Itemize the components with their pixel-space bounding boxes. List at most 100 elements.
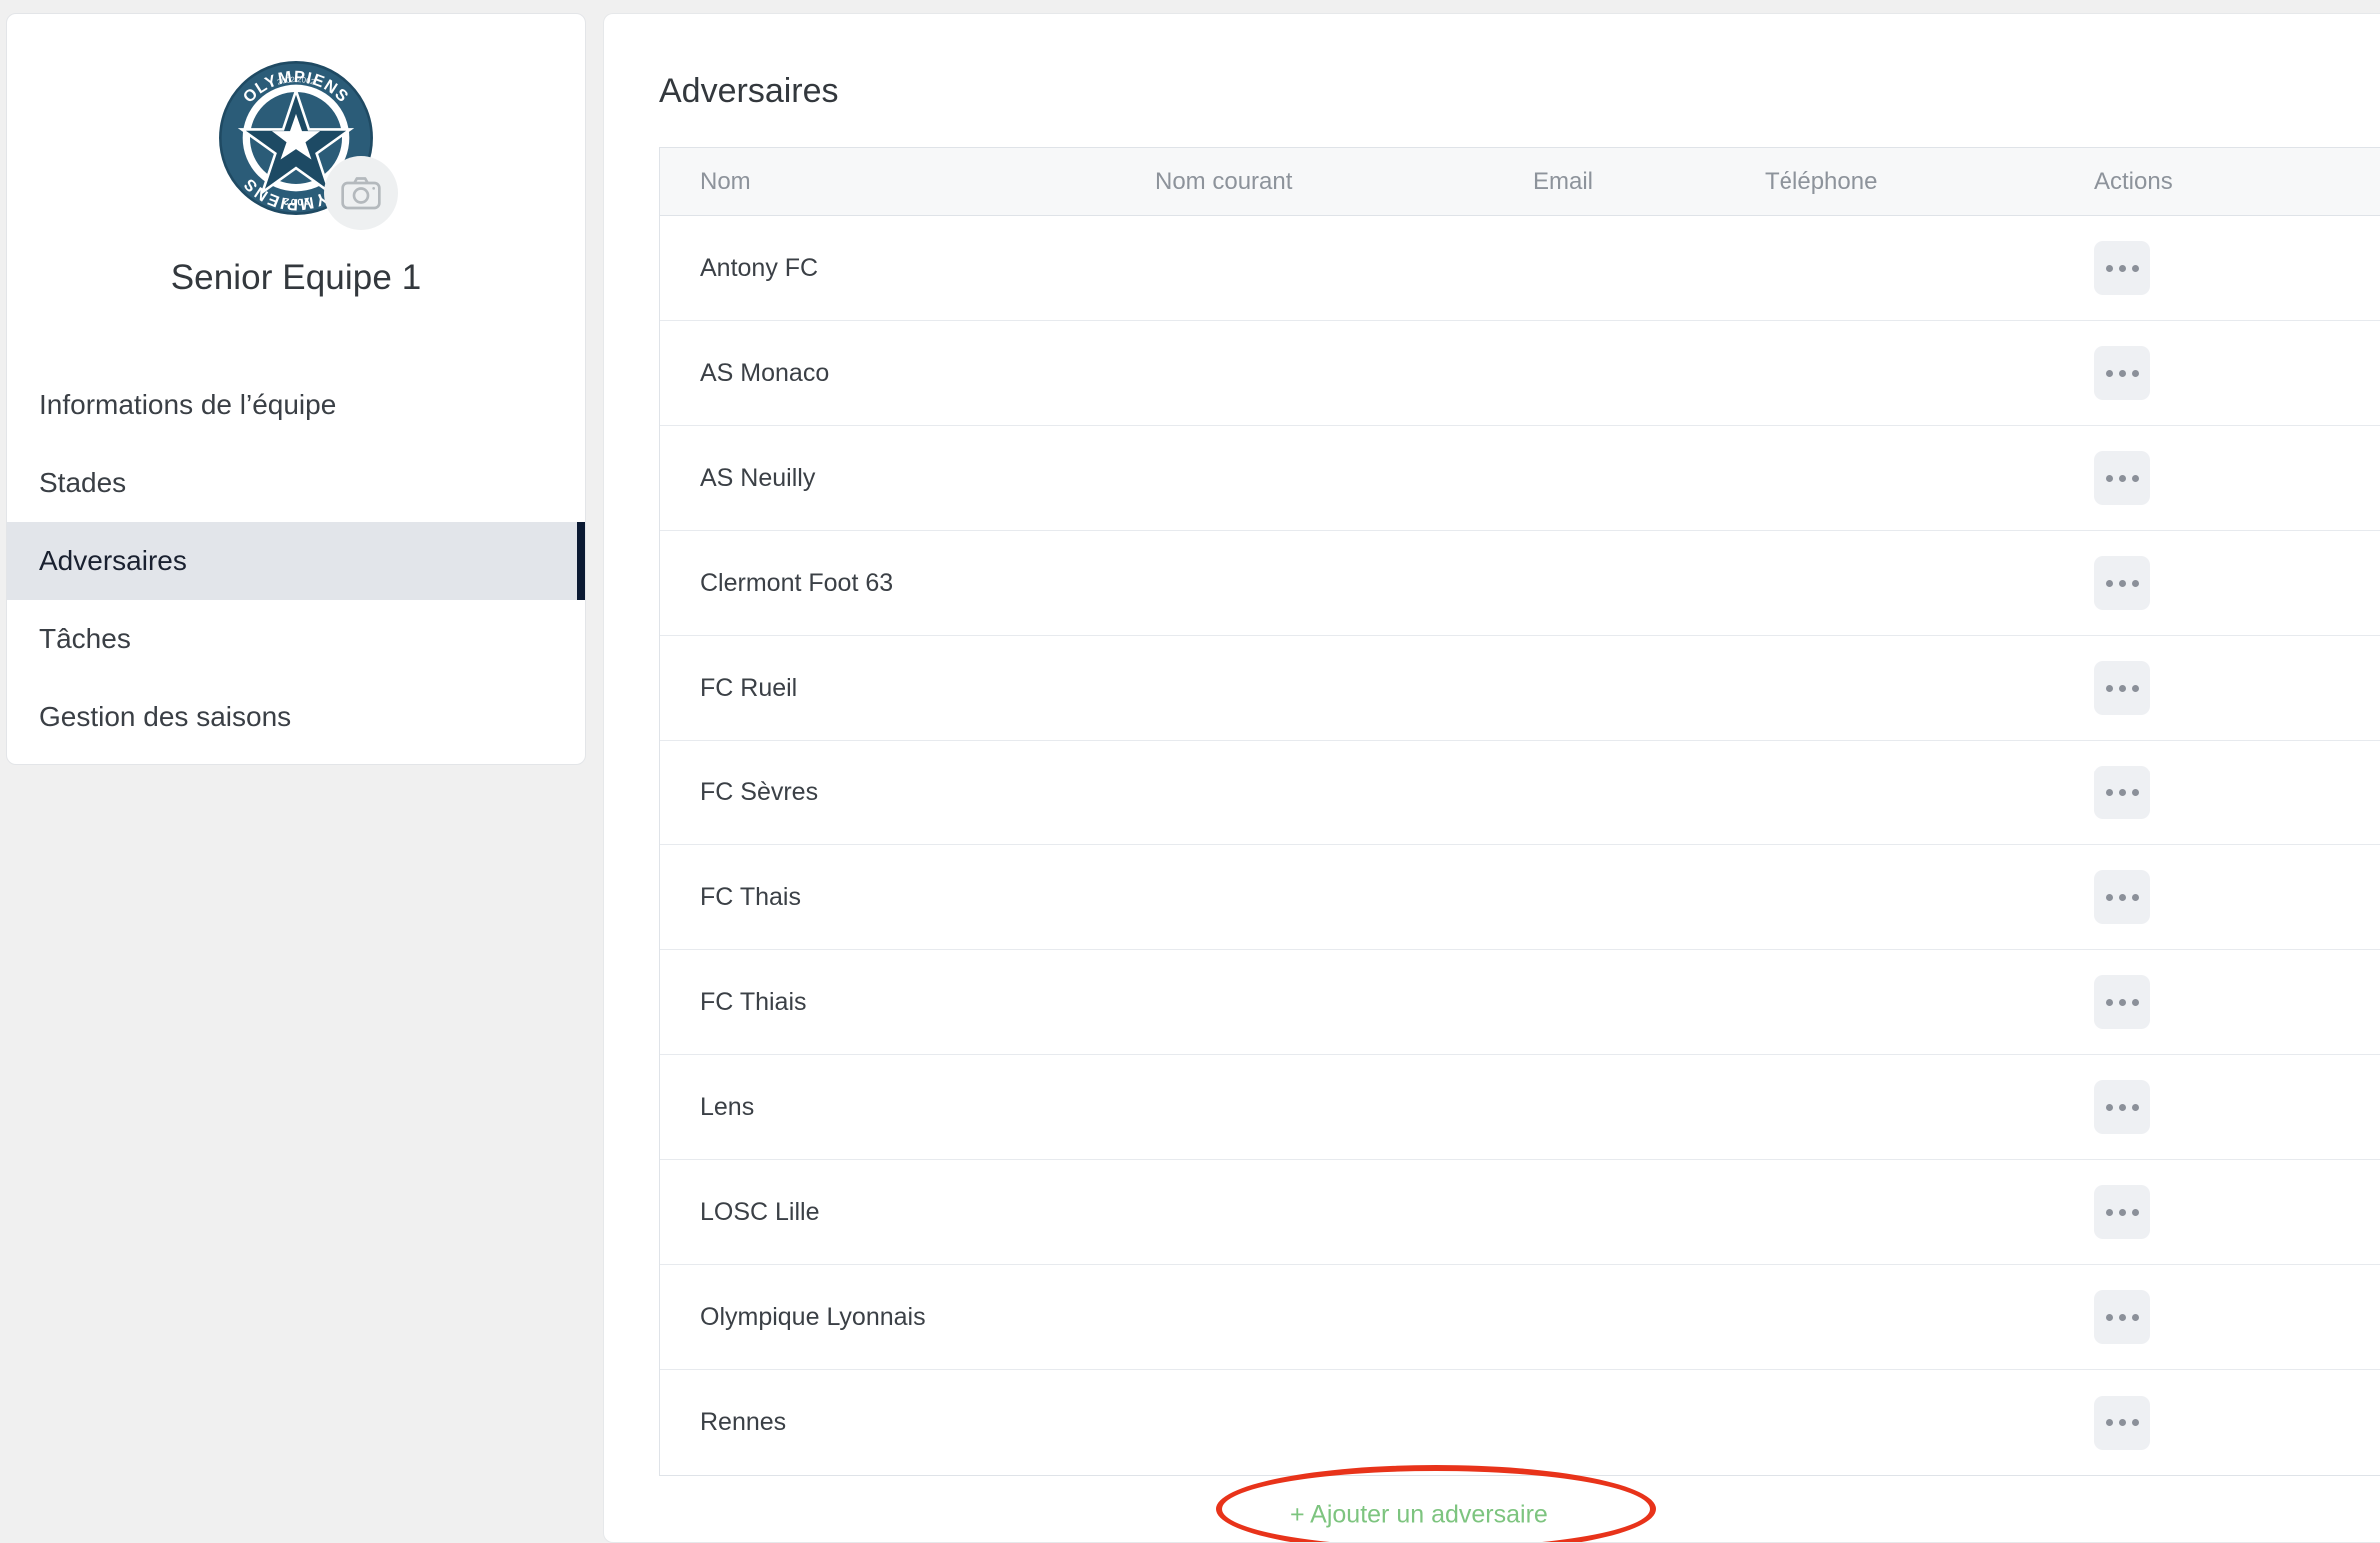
dot — [2105, 684, 2113, 692]
sidebar-item-informations[interactable]: Informations de l’équipe — [7, 366, 585, 444]
more-options-icon[interactable] — [2094, 241, 2150, 295]
more-options-icon[interactable] — [2094, 766, 2150, 819]
table-row[interactable]: LOSC Lille — [660, 1160, 2380, 1265]
cell-actions — [2094, 975, 2380, 1029]
more-options-icon[interactable] — [2094, 451, 2150, 505]
more-options-icon[interactable] — [2094, 1395, 2150, 1450]
cell-actions — [2094, 1395, 2380, 1450]
app-root: 2002 2002 2002 OLYMPIENS OLYMPIENS — [0, 0, 2380, 1543]
dot — [2118, 474, 2126, 482]
dot — [2118, 264, 2126, 272]
table-row[interactable]: FC Rueil — [660, 636, 2380, 741]
sidebar-item-label: Adversaires — [39, 545, 187, 576]
sidebar-item-adversaires[interactable]: Adversaires — [7, 522, 585, 600]
cell-nom: Antony FC — [700, 253, 819, 282]
cell-actions — [2094, 346, 2380, 400]
sidebar-item-label: Gestion des saisons — [39, 701, 292, 732]
dot — [2105, 1313, 2113, 1321]
table-row[interactable]: FC Thais — [660, 845, 2380, 950]
more-options-icon[interactable] — [2094, 1290, 2150, 1344]
table-row[interactable]: AS Neuilly — [660, 426, 2380, 531]
cell-nom: AS Monaco — [700, 358, 830, 387]
dot — [2118, 684, 2126, 692]
opponents-table: Nom Nom courant Email Téléphone Actions … — [659, 147, 2380, 1476]
more-options-icon[interactable] — [2094, 661, 2150, 715]
dot — [2131, 1313, 2139, 1321]
cell-actions — [2094, 1080, 2380, 1134]
cell-nom: FC Thais — [700, 882, 801, 911]
page-title: Adversaires — [659, 72, 839, 110]
team-sidebar: 2002 2002 2002 OLYMPIENS OLYMPIENS — [6, 13, 586, 765]
dot — [2118, 1208, 2126, 1216]
more-options-icon[interactable] — [2094, 870, 2150, 924]
more-options-icon[interactable] — [2094, 1080, 2150, 1134]
dot — [2105, 579, 2113, 587]
cell-nom: FC Rueil — [700, 673, 798, 702]
column-header-nom-courant: Nom courant — [1155, 167, 1293, 195]
cell-actions — [2094, 661, 2380, 715]
dot — [2131, 1419, 2139, 1426]
dot — [2105, 1208, 2113, 1216]
sidebar-item-taches[interactable]: Tâches — [7, 600, 585, 678]
table-row[interactable]: Olympique Lyonnais — [660, 1265, 2380, 1370]
sidebar-nav: Informations de l’équipe Stades Adversai… — [7, 366, 585, 756]
dot — [2131, 788, 2139, 796]
table-row[interactable]: AS Monaco — [660, 321, 2380, 426]
add-opponent-link[interactable]: + Ajouter un adversaire — [1290, 1501, 1548, 1530]
dot — [2105, 474, 2113, 482]
dot — [2118, 1313, 2126, 1321]
cell-nom: AS Neuilly — [700, 463, 816, 492]
more-options-icon[interactable] — [2094, 975, 2150, 1029]
sidebar-item-stades[interactable]: Stades — [7, 444, 585, 522]
dot — [2131, 579, 2139, 587]
cell-actions — [2094, 556, 2380, 610]
table-row[interactable]: Lens — [660, 1055, 2380, 1160]
table-row[interactable]: Rennes — [660, 1370, 2380, 1475]
dot — [2131, 893, 2139, 901]
team-logo-wrapper[interactable]: 2002 2002 2002 OLYMPIENS OLYMPIENS — [210, 52, 398, 230]
table-row[interactable]: FC Thiais — [660, 950, 2380, 1055]
dot — [2105, 264, 2113, 272]
change-logo-button[interactable] — [324, 156, 398, 230]
dot — [2131, 1208, 2139, 1216]
cell-nom: FC Sèvres — [700, 777, 819, 806]
team-name: Senior Equipe 1 — [170, 258, 422, 297]
table-row[interactable]: Clermont Foot 63 — [660, 531, 2380, 636]
more-options-icon[interactable] — [2094, 346, 2150, 400]
table-header-row: Nom Nom courant Email Téléphone Actions — [660, 148, 2380, 216]
dot — [2105, 1103, 2113, 1111]
cell-nom: LOSC Lille — [700, 1197, 820, 1226]
dot — [2105, 893, 2113, 901]
dot — [2105, 788, 2113, 796]
table-row[interactable]: FC Sèvres — [660, 741, 2380, 845]
dot — [2118, 1103, 2126, 1111]
cell-nom: Lens — [700, 1092, 755, 1121]
more-options-icon[interactable] — [2094, 1185, 2150, 1239]
cell-nom: Olympique Lyonnais — [700, 1302, 926, 1331]
sidebar-item-label: Tâches — [39, 623, 131, 654]
column-header-actions: Actions — [2094, 167, 2173, 195]
dot — [2131, 474, 2139, 482]
dot — [2105, 369, 2113, 377]
dot — [2131, 369, 2139, 377]
dot — [2131, 684, 2139, 692]
cell-actions — [2094, 241, 2380, 295]
cell-nom: Clermont Foot 63 — [700, 568, 894, 597]
sidebar-item-gestion-des-saisons[interactable]: Gestion des saisons — [7, 678, 585, 756]
column-header-nom: Nom — [700, 167, 751, 195]
sidebar-item-label: Informations de l’équipe — [39, 389, 337, 420]
dot — [2118, 1419, 2126, 1426]
more-options-icon[interactable] — [2094, 556, 2150, 610]
dot — [2118, 998, 2126, 1006]
dot — [2131, 1103, 2139, 1111]
cell-actions — [2094, 1290, 2380, 1344]
cell-nom: FC Thiais — [700, 987, 807, 1016]
cell-actions — [2094, 766, 2380, 819]
camera-icon — [341, 177, 381, 210]
main-content-panel: Adversaires Nom Nom courant Email Téléph… — [603, 13, 2380, 1543]
column-header-telephone: Téléphone — [1765, 167, 1878, 195]
dot — [2118, 788, 2126, 796]
table-body: Antony FC AS Monaco AS Neuilly Clermont Foo… — [660, 216, 2380, 1475]
table-row[interactable]: Antony FC — [660, 216, 2380, 321]
dot — [2105, 998, 2113, 1006]
